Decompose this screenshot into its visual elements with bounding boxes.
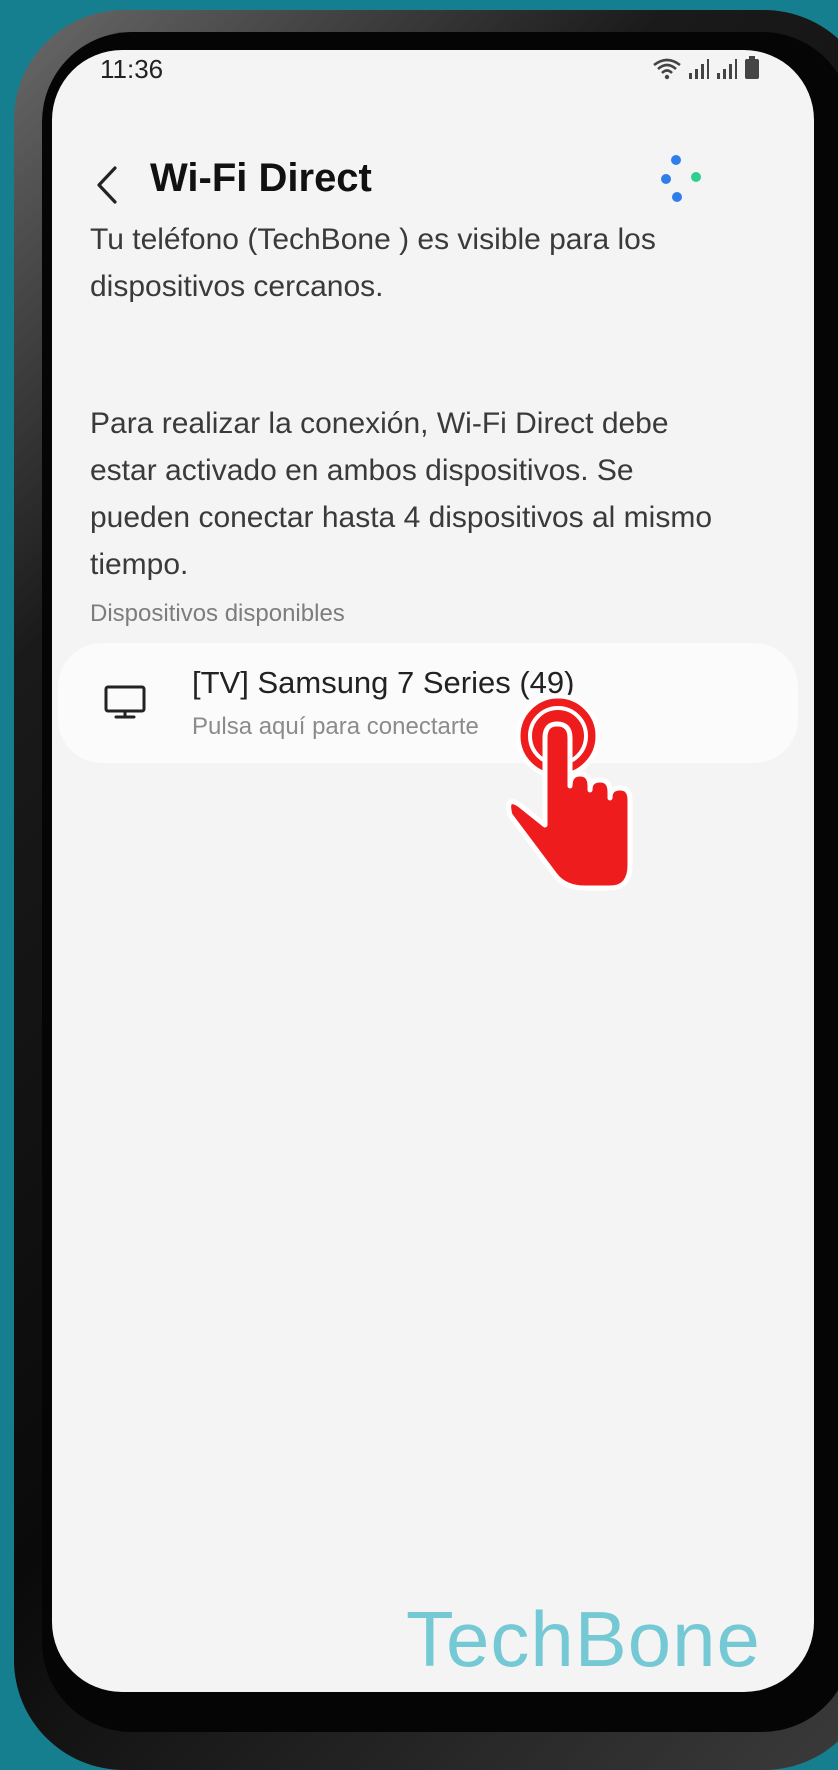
status-icons (652, 56, 760, 80)
back-button[interactable] (82, 160, 132, 210)
chevron-left-icon (97, 166, 117, 204)
instructions-description: Para realizar la conexión, Wi-Fi Direct … (90, 407, 713, 581)
status-time: 11:36 (100, 54, 164, 84)
techbone-watermark: TechBone (406, 1595, 761, 1683)
signal-icon (689, 59, 709, 79)
phone-screen: 11:36 Wi-Fi Direct Tu teléfono (TechBone… (52, 50, 814, 1692)
battery-icon (745, 56, 759, 79)
scanning-dots-icon (661, 155, 701, 202)
more-options-button[interactable] (652, 152, 722, 222)
available-devices-header: Dispositivos disponibles (90, 600, 345, 627)
device-connect-hint: Pulsa aquí para conectarte (192, 713, 479, 740)
status-bar: 11:36 (52, 50, 814, 90)
tap-hand-icon (506, 693, 633, 891)
tv-icon (104, 685, 146, 724)
device-list-item[interactable]: [TV] Samsung 7 Series (49) Pulsa aquí pa… (58, 643, 798, 763)
visibility-description: Tu teléfono (TechBone ) es visible para … (90, 223, 656, 303)
page-title: Wi-Fi Direct (150, 156, 372, 200)
signal-icon-2 (717, 59, 737, 79)
wifi-icon (653, 58, 681, 80)
